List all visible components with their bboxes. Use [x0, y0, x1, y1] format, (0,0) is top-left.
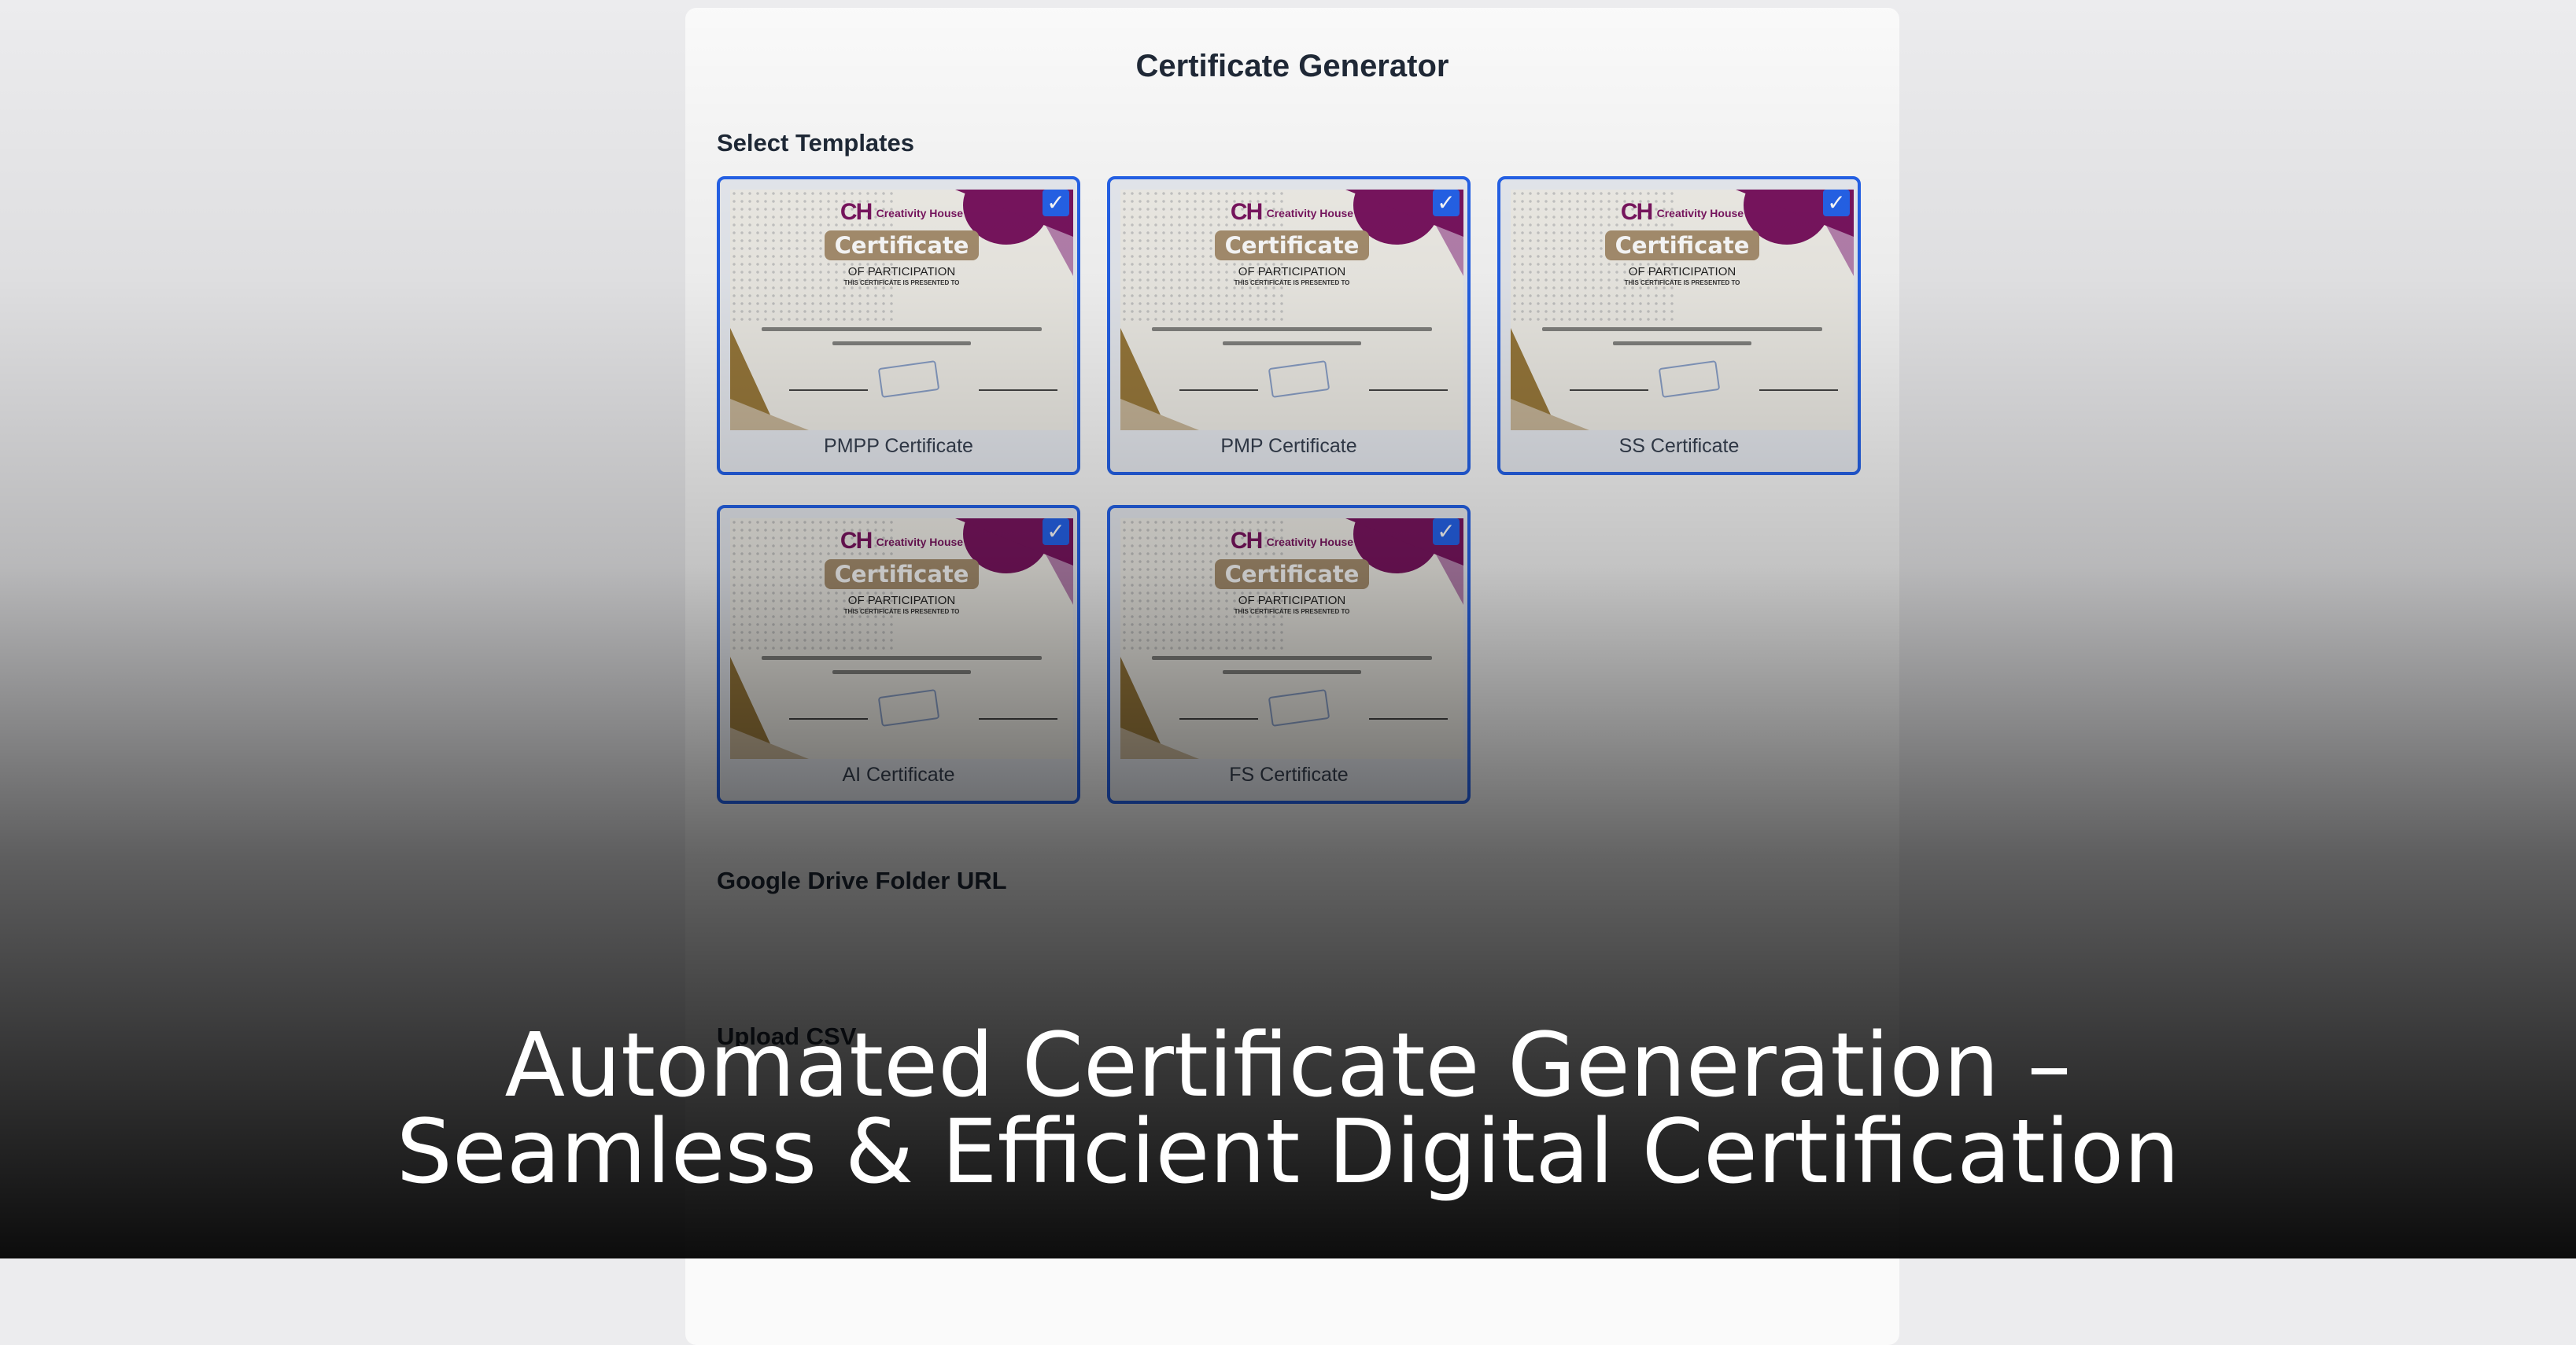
signature-line [1179, 707, 1258, 720]
certificate-thumbnail: CH Creativity House Certificate OF PARTI… [730, 518, 1073, 759]
certificate-subheading: OF PARTICIPATION [1238, 594, 1346, 607]
brand-logo: CH Creativity House [1230, 199, 1354, 225]
template-card-ss[interactable]: CH Creativity House Certificate OF PARTI… [1497, 176, 1861, 475]
brand-logo: CH Creativity House [840, 528, 964, 554]
certificate-thumbnail: CH Creativity House Certificate OF PARTI… [1120, 190, 1463, 430]
certificate-subheading: OF PARTICIPATION [1238, 265, 1346, 278]
certificate-subheading: OF PARTICIPATION [847, 265, 956, 278]
certificate-heading: Certificate [1605, 230, 1759, 260]
stamp [1658, 360, 1721, 398]
certificate-heading: Certificate [825, 230, 979, 260]
certificate-subheading: OF PARTICIPATION [847, 594, 956, 607]
template-label: SS Certificate [1618, 435, 1740, 457]
checkbox-checked-icon[interactable]: ✓ [1433, 518, 1460, 545]
template-label: AI Certificate [842, 764, 955, 786]
template-card-fs[interactable]: CH Creativity House Certificate OF PARTI… [1107, 505, 1471, 804]
signature-line [1759, 378, 1838, 391]
certificate-subheading: OF PARTICIPATION [1628, 265, 1736, 278]
certificate-presented: THIS CERTIFICATE IS PRESENTED TO [1234, 608, 1350, 615]
caption-line-1: Automated Certificate Generation – [504, 1015, 2072, 1117]
templates-label: Select Templates [717, 129, 914, 157]
stamp [877, 360, 940, 398]
template-label: PMPP Certificate [824, 435, 973, 457]
signature-line [789, 378, 868, 391]
signature-line [979, 378, 1057, 391]
template-card-ai[interactable]: CH Creativity House Certificate OF PARTI… [717, 505, 1080, 804]
signature-line [1369, 378, 1448, 391]
checkbox-checked-icon[interactable]: ✓ [1433, 190, 1460, 216]
certificate-thumbnail: CH Creativity House Certificate OF PARTI… [1120, 518, 1463, 759]
template-label: FS Certificate [1229, 764, 1349, 786]
template-label: PMP Certificate [1220, 435, 1357, 457]
caption-line-2: Seamless & Efficient Digital Certificati… [396, 1101, 2180, 1203]
signature-line [1570, 378, 1648, 391]
checkbox-checked-icon[interactable]: ✓ [1823, 190, 1850, 216]
caption: Automated Certificate Generation – Seaml… [0, 1015, 2576, 1203]
template-card-pmpp[interactable]: CH Creativity House Certificate OF PARTI… [717, 176, 1080, 475]
signature-line [789, 707, 868, 720]
drive-url-label: Google Drive Folder URL [717, 867, 1007, 894]
template-card-pmp[interactable]: CH Creativity House Certificate OF PARTI… [1107, 176, 1471, 475]
signature-line [1179, 378, 1258, 391]
stamp [1268, 689, 1330, 727]
certificate-thumbnail: CH Creativity House Certificate OF PARTI… [730, 190, 1073, 430]
checkbox-checked-icon[interactable]: ✓ [1043, 190, 1069, 216]
stamp [1268, 360, 1330, 398]
certificate-presented: THIS CERTIFICATE IS PRESENTED TO [843, 608, 960, 615]
brand-logo: CH Creativity House [840, 199, 964, 225]
certificate-heading: Certificate [1215, 230, 1369, 260]
certificate-thumbnail: CH Creativity House Certificate OF PARTI… [1511, 190, 1854, 430]
signature-line [979, 707, 1057, 720]
page-title: Certificate Generator [1135, 49, 1449, 83]
certificate-presented: THIS CERTIFICATE IS PRESENTED TO [843, 279, 960, 286]
drive-url-input[interactable] [717, 920, 1868, 967]
signature-line [1369, 707, 1448, 720]
certificate-presented: THIS CERTIFICATE IS PRESENTED TO [1234, 279, 1350, 286]
brand-logo: CH Creativity House [1620, 199, 1744, 225]
certificate-heading: Certificate [1215, 559, 1369, 589]
stamp [877, 689, 940, 727]
brand-logo: CH Creativity House [1230, 528, 1354, 554]
checkbox-checked-icon[interactable]: ✓ [1043, 518, 1069, 545]
certificate-heading: Certificate [825, 559, 979, 589]
certificate-presented: THIS CERTIFICATE IS PRESENTED TO [1624, 279, 1740, 286]
